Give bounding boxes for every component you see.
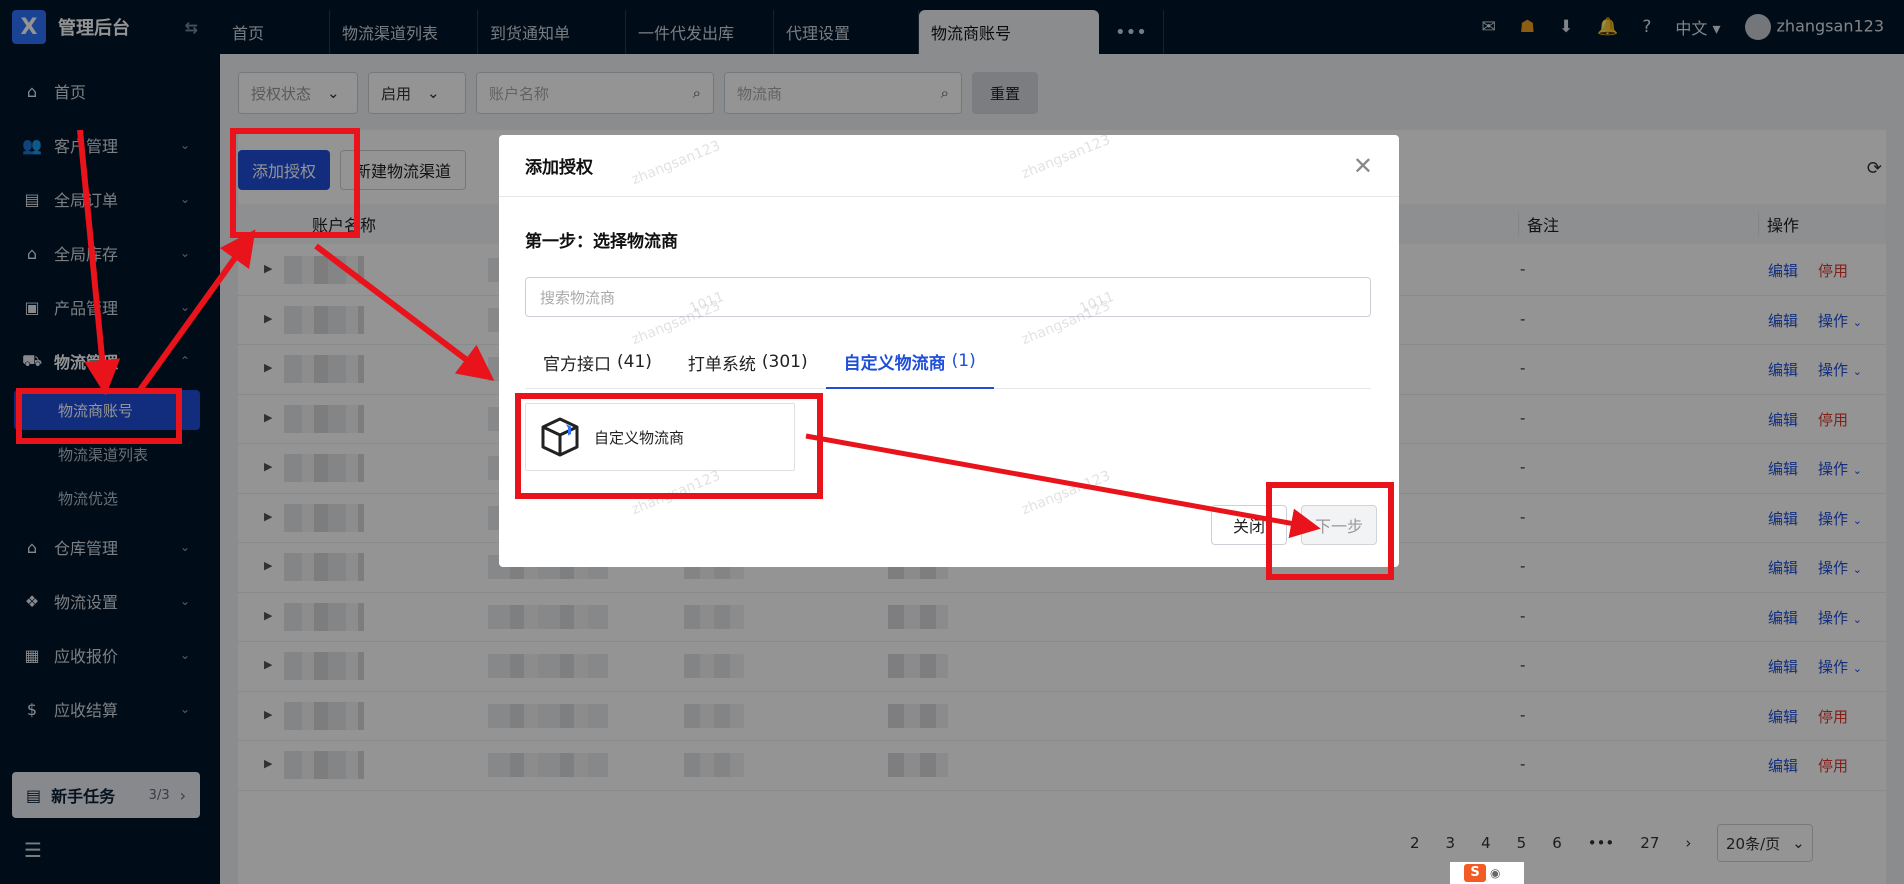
tab-custom-carrier[interactable]: 自定义物流商 (1) — [825, 335, 994, 389]
step-title: 第一步：选择物流商 — [525, 232, 678, 252]
carrier-tabs: 官方接口 (41) 打单系统 (301) 自定义物流商 (1) — [525, 335, 1371, 389]
tab-label-system[interactable]: 打单系统 (301) — [670, 335, 826, 389]
tab-count: (301) — [761, 352, 808, 372]
carrier-search-input[interactable]: 搜索物流商 — [525, 277, 1371, 317]
modal-header: 添加授权 ✕ — [499, 135, 1399, 197]
close-icon[interactable]: ✕ — [1353, 152, 1373, 180]
annotation-box-next-step — [1266, 482, 1394, 580]
brand-s-icon: S — [1464, 864, 1486, 882]
input-placeholder: 搜索物流商 — [540, 288, 616, 307]
tab-label: 官方接口 — [543, 354, 611, 375]
tab-official-api[interactable]: 官方接口 (41) — [525, 335, 670, 389]
tab-count: (1) — [951, 351, 976, 371]
modal-title: 添加授权 — [525, 158, 593, 178]
add-auth-modal: 添加授权 ✕ 第一步：选择物流商 搜索物流商 官方接口 (41) 打单系统 (301… — [499, 132, 1399, 567]
toggle-icon: ◉ — [1490, 866, 1501, 880]
tab-count: (41) — [617, 352, 652, 372]
tab-label: 打单系统 — [687, 354, 756, 375]
annotation-box-add-auth — [230, 128, 360, 238]
tab-label: 自定义物流商 — [843, 353, 946, 374]
annotation-box-carrier-accounts — [16, 388, 182, 444]
watermark: zhangsan123 — [1019, 467, 1113, 519]
annotation-box-custom-carrier — [515, 393, 823, 499]
corner-logo: S ◉ — [1450, 862, 1524, 884]
